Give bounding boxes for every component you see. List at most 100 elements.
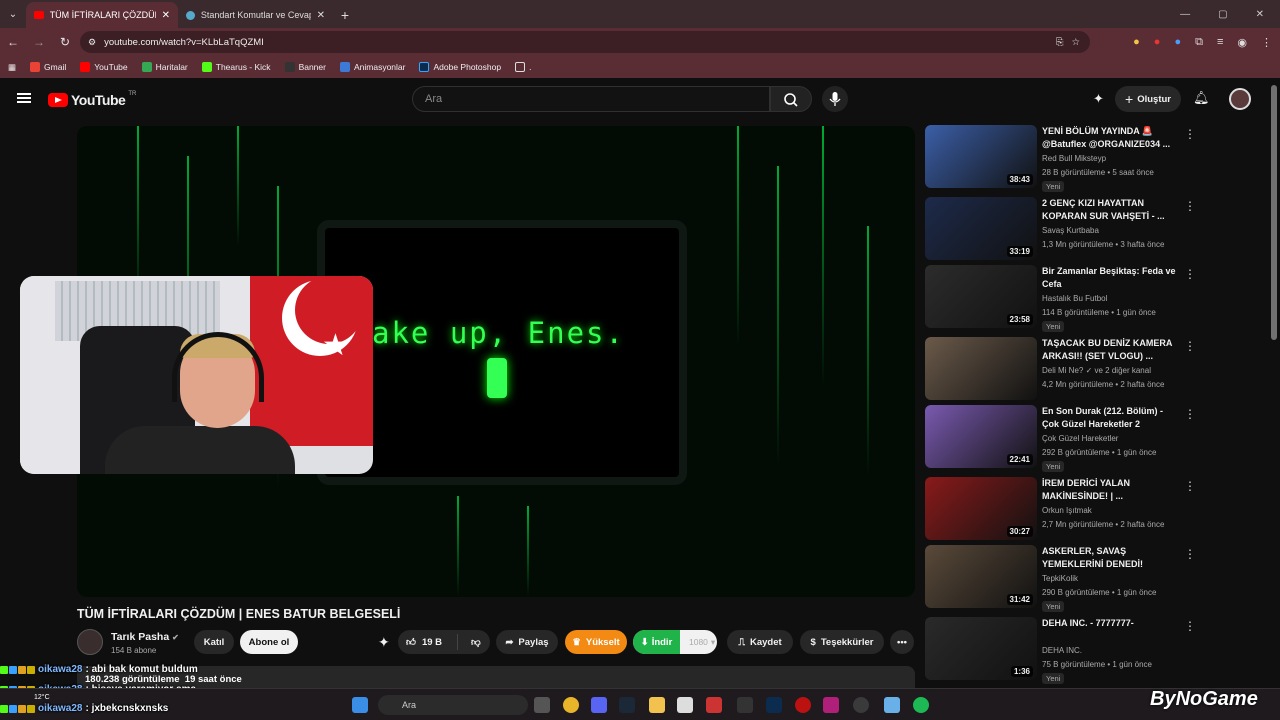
site-info-icon[interactable]: ⚙ — [88, 37, 96, 48]
url-input[interactable]: ⚙ youtube.com/watch?v=KLbLaTqQZMI ⎘ ☆ — [80, 31, 1090, 53]
bookmark-kick[interactable]: Thearus - Kick — [201, 62, 271, 72]
app-icon[interactable] — [795, 697, 811, 713]
recommended-title[interactable]: YENİ BÖLÜM YAYINDA 🚨 @Batuflex @ORGANIZE… — [1042, 125, 1177, 151]
discord-icon[interactable] — [591, 697, 607, 713]
video-thumbnail[interactable]: 31:42 — [925, 545, 1037, 608]
bookmark-folder[interactable]: . — [515, 62, 531, 72]
profile-icon[interactable]: ◉ — [1237, 36, 1247, 49]
task-view-icon[interactable] — [534, 697, 550, 713]
app-icon[interactable] — [706, 697, 722, 713]
bookmark-animations[interactable]: Animasyonlar — [339, 62, 405, 72]
extension-icon[interactable]: ● — [1133, 36, 1140, 48]
bookmark-youtube[interactable]: YouTube — [80, 62, 128, 72]
upgrade-button[interactable]: ♛ Yükselt — [565, 630, 627, 654]
bookmark-gmail[interactable]: Gmail — [30, 62, 66, 72]
recommended-video[interactable]: 33:19 2 GENÇ KIZI HAYATTAN KOPARAN SUR VA… — [925, 197, 1265, 261]
ai-sparkle-icon[interactable]: ✦ — [1093, 91, 1104, 107]
more-actions-button[interactable]: ••• — [890, 630, 914, 654]
more-options-icon[interactable]: ⋮ — [1184, 479, 1196, 493]
thumbs-down-icon[interactable]: 👎︎ — [471, 636, 481, 648]
more-options-icon[interactable]: ⋮ — [1184, 127, 1196, 141]
download-button[interactable]: ⬇ İndir 1080 ▾ — [633, 630, 717, 654]
more-options-icon[interactable]: ⋮ — [1184, 619, 1196, 633]
extension-icon[interactable]: ● — [1174, 36, 1181, 48]
close-tab-icon[interactable]: ✕ — [162, 10, 170, 21]
tab-video[interactable]: TÜM İFTİRALARI ÇÖZDÜM | EN ✕ — [26, 2, 178, 28]
share-button[interactable]: ➦ Paylaş — [496, 630, 558, 654]
more-options-icon[interactable]: ⋮ — [1184, 547, 1196, 561]
media-icon[interactable]: ≡ — [1217, 36, 1223, 48]
bookmark-maps[interactable]: Haritalar — [141, 62, 188, 72]
video-thumbnail[interactable]: 30:27 — [925, 477, 1037, 540]
recommended-channel[interactable]: Çok Güzel Hareketler — [1042, 434, 1118, 443]
search-button[interactable] — [770, 86, 812, 112]
reload-icon[interactable]: ↻ — [52, 35, 78, 49]
file-explorer-icon[interactable] — [649, 697, 665, 713]
bookmark-photoshop[interactable]: Adobe Photoshop — [419, 62, 501, 72]
recommended-channel[interactable]: Deli Mi Ne? ✓ ve 2 diğer kanal — [1042, 366, 1151, 375]
channel-name[interactable]: Tarık Pasha ✔ — [111, 631, 179, 643]
recommended-video[interactable]: 1:36 DEHA INC. - 7777777- DEHA INC. 75 B gö… — [925, 617, 1265, 684]
install-icon[interactable]: ⎘ — [1056, 37, 1064, 48]
apps-grid-icon[interactable]: ▦ — [8, 62, 16, 73]
taskbar-search-input[interactable]: Ara — [378, 695, 528, 715]
tab-search-icon[interactable]: ⌄ — [0, 0, 26, 28]
bookmark-banner[interactable]: Banner — [284, 62, 326, 72]
steam-icon[interactable] — [619, 697, 635, 713]
recommended-video[interactable]: 23:58 Bir Zamanlar Beşiktaş: Feda ve Cefa… — [925, 265, 1265, 332]
recommended-channel[interactable]: Savaş Kurtbaba — [1042, 226, 1099, 235]
recommended-channel[interactable]: Red Bull Mikstеyp — [1042, 154, 1106, 163]
subscribe-button[interactable]: Abone ol — [240, 630, 298, 654]
photoshop-icon[interactable] — [766, 697, 782, 713]
app-icon[interactable] — [823, 697, 839, 713]
search-input[interactable]: Ara — [412, 86, 770, 112]
thanks-button[interactable]: $ Teşekkürler — [800, 630, 884, 654]
more-options-icon[interactable]: ⋮ — [1184, 407, 1196, 421]
recommended-title[interactable]: 2 GENÇ KIZI HAYATTAN KOPARAN SUR VAHŞETİ… — [1042, 197, 1177, 223]
ask-ai-icon[interactable]: ✦ — [378, 634, 390, 651]
youtube-logo[interactable]: YouTube TR — [48, 91, 136, 108]
minimize-icon[interactable]: — — [1180, 9, 1190, 20]
menu-icon[interactable]: ⋮ — [1261, 36, 1272, 49]
obs-icon[interactable] — [853, 697, 869, 713]
more-options-icon[interactable]: ⋮ — [1184, 199, 1196, 213]
recommended-channel[interactable]: TepkiKolik — [1042, 574, 1078, 583]
recommended-video[interactable]: 22:41 En Son Durak (212. Bölüm) - Çok Güz… — [925, 405, 1265, 472]
maximize-icon[interactable]: ▢ — [1218, 9, 1227, 20]
video-thumbnail[interactable]: 33:19 — [925, 197, 1037, 260]
recommended-video[interactable]: 30:27 İREM DERİCİ YALAN MAKİNESİNDE! | ..… — [925, 477, 1265, 541]
avatar[interactable] — [1229, 88, 1251, 110]
spotify-icon[interactable] — [913, 697, 929, 713]
page-scrollbar[interactable] — [1271, 85, 1277, 340]
recommended-title[interactable]: İREM DERİCİ YALAN MAKİNESİNDE! | ... — [1042, 477, 1177, 503]
channel-avatar[interactable] — [77, 629, 103, 655]
recommended-title[interactable]: En Son Durak (212. Bölüm) - Çok Güzel Ha… — [1042, 405, 1177, 431]
video-thumbnail[interactable]: 22:41 — [925, 405, 1037, 468]
close-window-icon[interactable]: ✕ — [1256, 9, 1264, 20]
quality-select[interactable]: 1080 ▾ — [685, 637, 715, 648]
video-thumbnail[interactable] — [925, 337, 1037, 400]
voice-search-button[interactable] — [822, 86, 848, 112]
create-button[interactable]: + Oluştur — [1115, 86, 1181, 112]
menu-hamburger-icon[interactable] — [17, 93, 31, 103]
windows-start-icon[interactable] — [352, 697, 368, 713]
recommended-channel[interactable]: DEHA INC. — [1042, 646, 1082, 655]
epic-games-icon[interactable] — [737, 697, 753, 713]
chrome-icon[interactable] — [563, 697, 579, 713]
close-tab-icon[interactable]: ✕ — [317, 10, 325, 21]
video-thumbnail[interactable]: 23:58 — [925, 265, 1037, 328]
tab-commands[interactable]: Standart Komutlar ve Cevaplar ✕ — [178, 2, 333, 28]
recommended-title[interactable]: Bir Zamanlar Beşiktaş: Feda ve Cefa — [1042, 265, 1177, 291]
puzzle-icon[interactable]: ⧉ — [1195, 36, 1203, 49]
recommended-title[interactable]: ASKERLER, SAVAŞ YEMEKLERİNİ DENEDİ! — [1042, 545, 1177, 571]
recommended-video[interactable]: 38:43 YENİ BÖLÜM YAYINDA 🚨 @Batuflex @ORG… — [925, 125, 1265, 192]
bookmark-star-icon[interactable]: ☆ — [1071, 37, 1080, 48]
new-tab-button[interactable]: + — [333, 2, 357, 28]
back-icon[interactable]: ← — [0, 35, 26, 49]
save-button[interactable]: ⎍ Kaydet — [727, 630, 793, 654]
more-options-icon[interactable]: ⋮ — [1184, 339, 1196, 353]
app-icon[interactable] — [884, 697, 900, 713]
join-button[interactable]: Katıl — [194, 630, 234, 654]
recommended-video[interactable]: TAŞACAK BU DENİZ KAMERA ARKASI!! (SET VL… — [925, 337, 1265, 401]
recommended-video[interactable]: 31:42 ASKERLER, SAVAŞ YEMEKLERİNİ DENEDİ!… — [925, 545, 1265, 612]
